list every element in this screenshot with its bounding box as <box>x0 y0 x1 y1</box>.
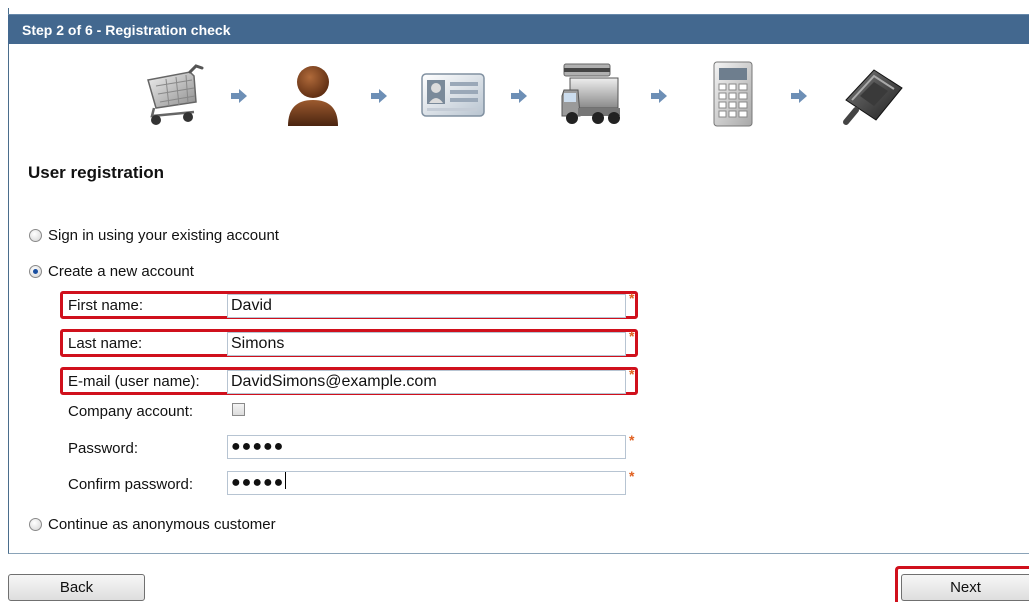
first-name-label: First name: <box>68 297 144 314</box>
wizard-step-title: Step 2 of 6 - Registration check <box>22 22 231 38</box>
required-marker: * <box>629 432 635 448</box>
back-button[interactable]: Back <box>8 574 145 601</box>
sign-in-radio[interactable] <box>29 228 42 242</box>
arrow-right-icon <box>511 89 527 103</box>
arrow-right-icon <box>371 89 387 103</box>
id-card-icon <box>421 73 485 117</box>
create-account-label: Create a new account <box>48 262 194 280</box>
calculator-icon <box>713 61 753 127</box>
arrow-right-icon <box>791 89 807 103</box>
payment-card-reader-icon <box>843 69 903 125</box>
sign-in-label: Sign in using your existing account <box>48 226 279 244</box>
required-marker: * <box>629 290 635 306</box>
password-label: Password: <box>68 440 139 457</box>
last-name-label: Last name: <box>68 335 143 352</box>
password-field[interactable]: ●●●●● <box>227 435 626 459</box>
create-account-option[interactable]: Create a new account <box>29 261 194 281</box>
company-account-checkbox[interactable] <box>232 403 245 416</box>
email-field[interactable]: DavidSimons@example.com <box>227 370 626 394</box>
text-caret <box>285 472 287 489</box>
anonymous-label: Continue as anonymous customer <box>48 515 276 533</box>
required-marker: * <box>629 366 635 382</box>
wizard-header: Step 2 of 6 - Registration check <box>8 14 1029 44</box>
create-account-radio[interactable] <box>29 264 42 278</box>
next-button[interactable]: Next <box>901 574 1029 601</box>
section-title: User registration <box>28 163 165 182</box>
anonymous-radio[interactable] <box>29 517 42 531</box>
confirm-password-field[interactable]: ●●●●● <box>227 471 626 495</box>
confirm-password-value: ●●●●● <box>231 474 285 491</box>
user-icon <box>288 66 338 126</box>
last-name-field[interactable]: Simons <box>227 332 626 356</box>
email-label: E-mail (user name): <box>68 373 200 390</box>
first-name-field[interactable]: David <box>227 294 626 318</box>
company-account-label: Company account: <box>68 403 194 420</box>
confirm-password-label: Confirm password: <box>68 476 194 493</box>
delivery-truck-icon <box>561 63 620 124</box>
arrow-right-icon <box>231 89 247 103</box>
anonymous-option[interactable]: Continue as anonymous customer <box>29 514 276 534</box>
required-marker: * <box>629 328 635 344</box>
arrow-right-icon <box>651 89 667 103</box>
required-marker: * <box>629 468 635 484</box>
shopping-cart-icon <box>147 64 204 125</box>
sign-in-option[interactable]: Sign in using your existing account <box>29 225 279 245</box>
